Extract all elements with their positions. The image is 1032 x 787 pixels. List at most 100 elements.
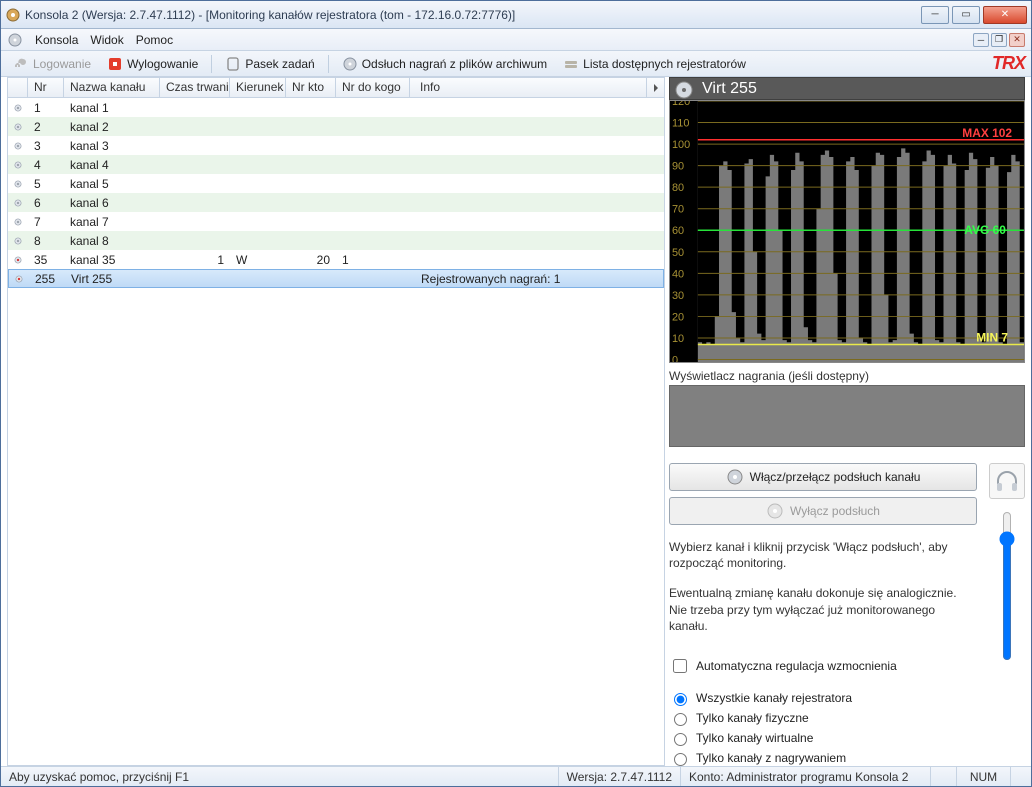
svg-text:60: 60 (672, 226, 684, 238)
archive-playback-button[interactable]: Odsłuch nagrań z plików archiwum (336, 54, 553, 74)
recording-display-label: Wyświetlacz nagrania (jeśli dostępny) (669, 369, 1025, 383)
col-nazwa[interactable]: Nazwa kanału (64, 78, 160, 97)
svg-text:110: 110 (672, 118, 689, 130)
headphones-icon (994, 468, 1020, 494)
svg-text:10: 10 (672, 333, 684, 345)
titlebar[interactable]: Konsola 2 (Wersja: 2.7.47.1112) - [Monit… (1, 1, 1031, 29)
channel-status-icon (14, 253, 22, 267)
mdi-close-button[interactable]: ✕ (1009, 33, 1025, 47)
status-help: Aby uzyskać pomoc, przyciśnij F1 (1, 767, 559, 786)
svg-text:90: 90 (672, 161, 684, 173)
table-row[interactable]: 4kanal 4 (8, 155, 664, 174)
col-nr[interactable]: Nr (28, 78, 64, 97)
maximize-button[interactable]: ▭ (952, 6, 980, 24)
logout-button[interactable]: Wylogowanie (101, 54, 204, 74)
table-row[interactable]: 35kanal 351W201 (8, 250, 664, 269)
recording-display (669, 385, 1025, 447)
channel-status-icon (14, 120, 22, 134)
svg-text:20: 20 (672, 312, 684, 324)
svg-text:120: 120 (672, 101, 690, 108)
key-icon (13, 56, 29, 72)
svg-text:AVG 60: AVG 60 (964, 224, 1006, 238)
mdi-minimize-button[interactable]: ─ (973, 33, 989, 47)
status-account: Konto: Administrator programu Konsola 2 (681, 767, 931, 786)
svg-text:0: 0 (672, 355, 678, 363)
table-body[interactable]: 1kanal 12kanal 23kanal 34kanal 45kanal 5… (8, 98, 664, 765)
level-meter-chart: 0 10 20 30 40 50 60 70 80 90 100 110 120 MAX 102 AVG 6… (669, 100, 1025, 362)
radio-rec[interactable]: Tylko kanały z nagrywaniem (669, 750, 977, 766)
brand-logo: TRX (992, 53, 1025, 74)
col-kogo[interactable]: Nr do kogo (336, 78, 410, 97)
table-row[interactable]: 3kanal 3 (8, 136, 664, 155)
help-text-2: Ewentualną zmianę kanału dokonuje się an… (669, 585, 977, 634)
mdi-restore-button[interactable]: ❐ (991, 33, 1007, 47)
svg-text:100: 100 (672, 139, 690, 151)
svg-text:50: 50 (672, 247, 684, 259)
channel-status-icon (14, 196, 22, 210)
login-button: Logowanie (7, 54, 97, 74)
svg-text:80: 80 (672, 183, 684, 195)
col-kierunek[interactable]: Kierunek (230, 78, 286, 97)
toolbar: Logowanie Wylogowanie Pasek zadań Odsłuc… (1, 51, 1031, 77)
svg-text:MAX 102: MAX 102 (962, 126, 1012, 140)
close-button[interactable]: ✕ (983, 6, 1027, 24)
radio-virt[interactable]: Tylko kanały wirtualne (669, 730, 977, 746)
table-row[interactable]: 8kanal 8 (8, 231, 664, 250)
col-czas[interactable]: Czas trwania (160, 78, 230, 97)
table-row[interactable]: 1kanal 1 (8, 98, 664, 117)
svg-text:MIN 7: MIN 7 (976, 331, 1008, 345)
table-row[interactable]: 255Virt 255Rejestrowanych nagrań: 1 (8, 269, 664, 288)
radio-all[interactable]: Wszystkie kanały rejestratora (669, 690, 977, 706)
svg-text:40: 40 (672, 269, 684, 281)
table-row[interactable]: 2kanal 2 (8, 117, 664, 136)
channel-status-icon (14, 234, 22, 248)
enable-listen-button[interactable]: Włącz/przełącz podsłuch kanału (669, 463, 977, 491)
statusbar: Aby uzyskać pomoc, przyciśnij F1 Wersja:… (1, 766, 1031, 786)
radio-phys[interactable]: Tylko kanały fizyczne (669, 710, 977, 726)
taskbar-button[interactable]: Pasek zadań (219, 54, 320, 74)
clip-icon (225, 56, 241, 72)
table-row[interactable]: 7kanal 7 (8, 212, 664, 231)
volume-slider[interactable] (995, 509, 1019, 663)
window-title: Konsola 2 (Wersja: 2.7.47.1112) - [Monit… (25, 8, 921, 22)
menu-widok[interactable]: Widok (90, 33, 123, 47)
meter-title: Virt 255 (702, 80, 757, 98)
channel-status-icon (14, 139, 22, 153)
disc-icon (342, 56, 358, 72)
meter-header: Virt 255 (669, 77, 1025, 100)
minimize-button[interactable]: ─ (921, 6, 949, 24)
monitor-panel: Virt 255 0 10 20 30 40 50 60 70 80 90 100 110 120 MAX… (669, 77, 1025, 766)
channel-status-icon (14, 101, 22, 115)
col-kto[interactable]: Nr kto (286, 78, 336, 97)
status-version: Wersja: 2.7.47.1112 (559, 767, 681, 786)
agc-checkbox[interactable]: Automatyczna regulacja wzmocnienia (669, 656, 977, 676)
channel-status-icon (14, 177, 22, 191)
channels-table: Nr Nazwa kanału Czas trwania Kierunek Nr… (7, 77, 665, 766)
channel-status-icon (15, 272, 23, 286)
table-row[interactable]: 6kanal 6 (8, 193, 664, 212)
table-row[interactable]: 5kanal 5 (8, 174, 664, 193)
recorders-list-button[interactable]: Lista dostępnych rejestratorów (557, 54, 752, 74)
channel-status-icon (14, 215, 22, 229)
status-num: NUM (957, 767, 1011, 786)
svg-text:70: 70 (672, 204, 684, 216)
app-window: Konsola 2 (Wersja: 2.7.47.1112) - [Monit… (0, 0, 1032, 787)
cd-icon (7, 32, 23, 48)
help-text-1: Wybierz kanał i kliknij przycisk 'Włącz … (669, 539, 977, 571)
table-header: Nr Nazwa kanału Czas trwania Kierunek Nr… (8, 78, 664, 98)
disable-listen-button: Wyłącz podsłuch (669, 497, 977, 525)
server-icon (563, 56, 579, 72)
disc-icon (674, 80, 694, 100)
menu-pomoc[interactable]: Pomoc (136, 33, 173, 47)
app-icon (5, 7, 21, 23)
channel-status-icon (14, 158, 22, 172)
col-info[interactable]: Info (410, 78, 664, 97)
channel-filter-radios: Wszystkie kanały rejestratora Tylko kana… (669, 690, 977, 766)
chevron-right-icon (652, 84, 660, 92)
columns-overflow-button[interactable] (646, 78, 664, 97)
headphones-indicator (989, 463, 1025, 499)
menu-konsola[interactable]: Konsola (35, 33, 78, 47)
svg-text:30: 30 (672, 290, 684, 302)
disc-icon (726, 468, 744, 486)
menubar: Konsola Widok Pomoc ─ ❐ ✕ (1, 29, 1031, 51)
